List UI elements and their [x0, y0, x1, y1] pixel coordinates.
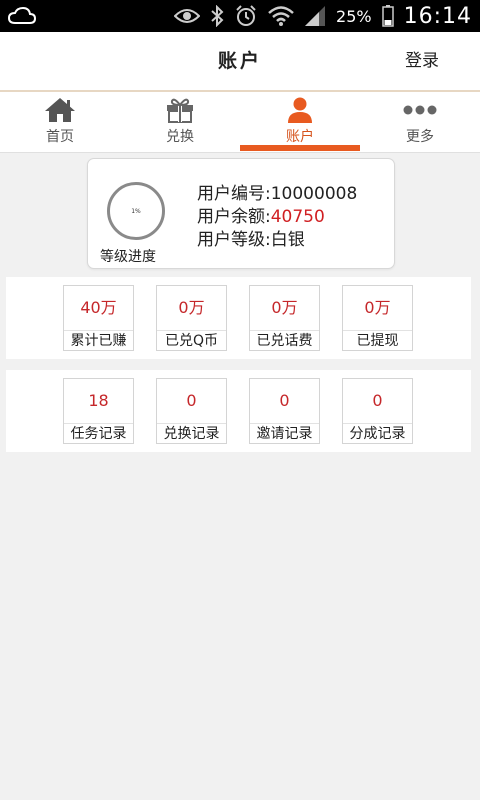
- stat-qcoin-exchanged[interactable]: 0万 已兑Q币: [156, 285, 227, 351]
- status-bar: 25% 16:14: [0, 0, 480, 32]
- level-progress-circle: 1%: [107, 182, 165, 240]
- stat-value: 40万: [80, 298, 117, 317]
- level-progress-label: 等级进度: [100, 249, 156, 265]
- alarm-icon: [234, 4, 258, 28]
- records-stats-panel: 18 任务记录 0 兑换记录 0 邀请记录 0 分成记录: [6, 370, 471, 452]
- stat-value: 0万: [271, 298, 298, 317]
- stat-label: 分成记录: [343, 423, 412, 445]
- stat-phone-credit-exchanged[interactable]: 0万 已兑话费: [249, 285, 320, 351]
- user-id-line: 用户编号:10000008: [197, 183, 357, 206]
- more-icon: [360, 97, 480, 123]
- stat-value: 18: [88, 391, 109, 410]
- stat-value: 0: [372, 391, 383, 410]
- battery-percent: 25%: [336, 6, 372, 26]
- stat-value: 0: [279, 391, 290, 410]
- stat-label: 已兑话费: [250, 330, 319, 352]
- user-balance-value: 40750: [270, 207, 325, 227]
- wifi-icon: [268, 5, 294, 27]
- bluetooth-icon: [210, 5, 224, 27]
- stat-invite-records[interactable]: 0 邀请记录: [249, 378, 320, 444]
- signal-icon: [304, 5, 326, 27]
- user-level-label: 用户等级:: [197, 230, 271, 250]
- tab-more[interactable]: 更多: [360, 92, 480, 152]
- tab-label: 更多: [406, 129, 434, 145]
- tab-label: 兑换: [166, 129, 194, 145]
- battery-icon: [381, 5, 394, 27]
- stat-withdrawn[interactable]: 0万 已提现: [342, 285, 413, 351]
- stat-label: 已兑Q币: [157, 330, 226, 352]
- login-button[interactable]: 登录: [405, 32, 439, 90]
- home-icon: [0, 97, 120, 123]
- stat-label: 已提现: [343, 330, 412, 352]
- user-id-label: 用户编号:: [197, 184, 271, 204]
- tab-home[interactable]: 首页: [0, 92, 120, 152]
- stat-label: 任务记录: [64, 423, 133, 445]
- title-bar: 账户 登录: [0, 32, 480, 92]
- stat-value: 0: [186, 391, 197, 410]
- stat-total-earned[interactable]: 40万 累计已赚: [63, 285, 134, 351]
- stat-label: 邀请记录: [250, 423, 319, 445]
- account-info-card: 1% 等级进度 用户编号:10000008 用户余额:40750 用户等级:白银: [87, 158, 395, 269]
- gift-icon: [120, 97, 240, 123]
- tab-exchange[interactable]: 兑换: [120, 92, 240, 152]
- tab-bar: 首页 兑换 账户 更多: [0, 92, 480, 153]
- stat-label: 兑换记录: [157, 423, 226, 445]
- tab-label: 账户: [286, 129, 314, 145]
- active-tab-indicator: [240, 145, 360, 151]
- user-balance-label: 用户余额:: [197, 207, 271, 227]
- stat-task-records[interactable]: 18 任务记录: [63, 378, 134, 444]
- user-balance-line: 用户余额:40750: [197, 206, 357, 229]
- tab-label: 首页: [46, 129, 74, 145]
- earnings-stats-panel: 40万 累计已赚 0万 已兑Q币 0万 已兑话费 0万 已提现: [6, 277, 471, 359]
- eye-icon: [174, 7, 201, 25]
- stat-commission-records[interactable]: 0 分成记录: [342, 378, 413, 444]
- tab-account[interactable]: 账户: [240, 92, 360, 152]
- level-progress-percent: 1%: [131, 207, 141, 215]
- stat-label: 累计已赚: [64, 330, 133, 352]
- user-id-value: 10000008: [270, 184, 358, 204]
- cloud-icon: [7, 6, 37, 30]
- user-icon: [240, 97, 360, 123]
- stat-value: 0万: [178, 298, 205, 317]
- stat-exchange-records[interactable]: 0 兑换记录: [156, 378, 227, 444]
- user-level-line: 用户等级:白银: [197, 229, 357, 252]
- clock-time: 16:14: [403, 3, 472, 29]
- stat-value: 0万: [364, 298, 391, 317]
- user-level-value: 白银: [270, 230, 305, 250]
